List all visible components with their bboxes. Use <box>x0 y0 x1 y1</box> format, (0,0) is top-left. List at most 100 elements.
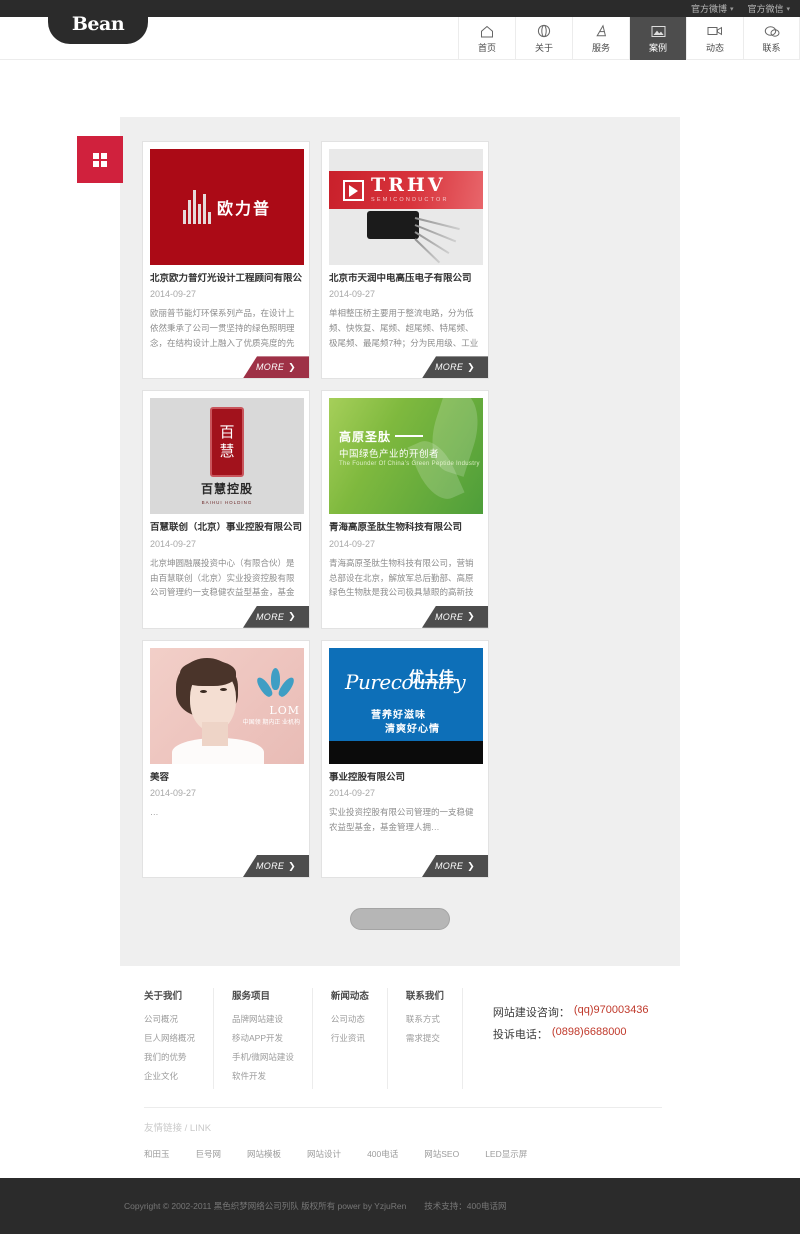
case-date: 2014-09-27 <box>329 538 376 549</box>
case-date: 2014-09-27 <box>150 538 197 549</box>
grid-icon <box>93 152 107 167</box>
site-logo[interactable]: Bean <box>48 0 148 44</box>
case-card[interactable]: 百 慧 百慧控股 BAIHUI HOLDING 百慧联创（北京）事业控股有限公司… <box>142 390 310 629</box>
case-title: 青海高原圣肽生物科技有限公司 <box>329 522 463 534</box>
friendly-link[interactable]: 网站模板 <box>247 1148 281 1160</box>
case-card[interactable]: 高原圣肽 中国绿色产业的开创者 The Founder Of China’s G… <box>321 390 489 629</box>
case-thumbnail: Purecountry 优土佳 营养好滋味 清爽好心情 <box>329 647 483 764</box>
case-more-label: MORE <box>434 611 464 622</box>
nav-item-services[interactable]: 服务 <box>572 17 629 60</box>
friendly-link[interactable]: LED显示屏 <box>485 1148 527 1160</box>
beauty-portrait-art: LOM 中国领 期内正 业机构 <box>150 647 304 764</box>
tech-support-text: 技术支持：400电话网 <box>424 1201 507 1212</box>
portrait-fringe <box>180 659 236 686</box>
case-more-button[interactable]: MORE ❯ <box>422 605 488 628</box>
load-more-bar[interactable] <box>350 908 450 931</box>
case-title: 美容 <box>150 771 170 783</box>
footer-link[interactable]: 公司概况 <box>144 1013 195 1025</box>
lotus-icon <box>254 666 298 700</box>
copyright-text: Copyright © 2002-2011 黑色织梦网络公司列队 版权所有 po… <box>124 1201 407 1212</box>
nav-item-news[interactable]: 动态 <box>686 17 743 60</box>
oulipu-brand-cn: 欧力普 <box>216 199 271 218</box>
baihui-seal-top: 百 <box>219 423 235 442</box>
purecountry-footer-band <box>329 740 483 764</box>
friendly-link[interactable]: 网站SEO <box>424 1148 459 1160</box>
footer-link[interactable]: 手机/微网站建设 <box>232 1051 294 1063</box>
footer-contact-block: 网站建设咨询： (qq)970003436 投诉电话： (0898)668800… <box>463 988 649 1089</box>
nav-item-contact[interactable]: 联系 <box>743 17 800 60</box>
topbar-item-wechat[interactable]: 官方微信 ▾ <box>747 2 790 15</box>
chevron-right-icon: ❯ <box>288 860 297 871</box>
case-date: 2014-09-27 <box>329 289 376 300</box>
footer-link[interactable]: 联系方式 <box>406 1013 444 1025</box>
footer-column-title: 关于我们 <box>144 991 183 1003</box>
case-description: 实业投资控股有限公司管理的一支稳健农益型基金，基金管理人拥… <box>329 807 474 832</box>
case-description: 青海高原圣肽生物科技有限公司，营销总部设在北京，解放军总后勤部、高原绿色生物肽是… <box>329 557 474 598</box>
chevron-right-icon: ❯ <box>467 860 476 871</box>
chevron-right-icon: ❯ <box>288 611 297 622</box>
case-more-button[interactable]: MORE ❯ <box>422 855 488 878</box>
lom-brand: LOM <box>269 703 300 717</box>
case-date: 2014-09-27 <box>150 289 197 300</box>
footer-link[interactable]: 巨人网络概况 <box>144 1032 195 1044</box>
page-body: 欧力普 北京欧力普灯光设计工程顾问有限公司 2014-09-27 欧丽普节能灯环… <box>0 60 800 1234</box>
case-card[interactable]: LOM 中国领 期内正 业机构 美容 2014-09-27 … MORE ❯ <box>142 639 310 879</box>
footer-contact-qq: 网站建设咨询： (qq)970003436 <box>493 1004 649 1020</box>
site-logo-text: Bean <box>71 13 125 35</box>
image-icon <box>651 24 666 39</box>
case-thumbnail: TRHV SEMICONDUCTOR <box>329 149 483 265</box>
footer-link[interactable]: 公司动态 <box>331 1013 369 1025</box>
trhv-play-mark-icon <box>343 179 364 201</box>
purecountry-slogan-1: 营养好滋味 <box>371 709 426 721</box>
case-title: 北京市天润中电高压电子有限公司 <box>329 273 472 284</box>
nav-item-cases[interactable]: 案例 <box>629 17 686 60</box>
footer-link[interactable]: 移动APP开发 <box>232 1032 294 1044</box>
case-more-button[interactable]: MORE ❯ <box>243 356 309 379</box>
case-card[interactable]: 欧力普 北京欧力普灯光设计工程顾问有限公司 2014-09-27 欧丽普节能灯环… <box>142 141 310 380</box>
green-subtitle: 中国绿色产业的开创者 <box>339 449 440 461</box>
footer-contact-qq-value: (qq)970003436 <box>573 1004 649 1017</box>
green-title: 高原圣肽 <box>339 430 392 445</box>
chat-icon <box>764 24 780 39</box>
case-more-button[interactable]: MORE ❯ <box>243 605 309 628</box>
friendly-link[interactable]: 和田玉 <box>144 1148 170 1160</box>
friendly-link[interactable]: 巨号网 <box>196 1148 222 1160</box>
friendly-links-title: 友情链接 / LINK <box>144 1120 656 1134</box>
lom-subtitle: 中国领 期内正 业机构 <box>242 719 300 726</box>
section-badge <box>77 136 123 183</box>
green-subtitle-en: The Founder Of China’s Green Peptide Ind… <box>339 461 480 468</box>
case-date: 2014-09-27 <box>150 788 197 799</box>
footer-contact-qq-label: 网站建设咨询： <box>492 1007 570 1020</box>
footer-link[interactable]: 品牌网站建设 <box>232 1013 294 1025</box>
footer-link[interactable]: 需求提交 <box>406 1032 444 1044</box>
case-more-button[interactable]: MORE ❯ <box>243 855 309 878</box>
chevron-right-icon: ❯ <box>467 361 476 372</box>
case-title: 北京欧力普灯光设计工程顾问有限公司 <box>150 273 302 284</box>
case-more-button[interactable]: MORE ❯ <box>422 356 488 379</box>
baihui-brand-cn: 百慧控股 <box>200 482 253 497</box>
topbar-weibo-label: 官方微博 <box>690 4 727 14</box>
nav-label-news: 动态 <box>705 42 724 53</box>
footer-link[interactable]: 软件开发 <box>232 1070 294 1082</box>
oulipu-logo-art: 欧力普 <box>150 149 304 265</box>
section-banner <box>0 60 800 183</box>
nav-item-home[interactable]: 首页 <box>458 17 515 60</box>
portrait-eye <box>220 687 227 691</box>
pen-icon <box>594 24 608 39</box>
friendly-links-title-en: / LINK <box>184 1123 212 1135</box>
case-card[interactable]: Purecountry 优土佳 营养好滋味 清爽好心情 事业控股有限公司 201… <box>321 639 489 879</box>
divider-dash <box>395 435 423 438</box>
topbar-item-weibo[interactable]: 官方微博 ▾ <box>691 2 734 15</box>
friendly-link[interactable]: 400电话 <box>367 1148 398 1160</box>
case-title: 事业控股有限公司 <box>329 771 406 783</box>
case-card[interactable]: TRHV SEMICONDUCTOR 北京市天润中电高压电子有限公司 2014-… <box>321 141 489 380</box>
nav-item-about[interactable]: 关于 <box>515 17 572 60</box>
footer-link[interactable]: 我们的优势 <box>144 1051 195 1063</box>
footer-link[interactable]: 行业资讯 <box>331 1032 369 1044</box>
friendly-link[interactable]: 网站设计 <box>307 1148 341 1160</box>
cases-grid: 欧力普 北京欧力普灯光设计工程顾问有限公司 2014-09-27 欧丽普节能灯环… <box>132 129 668 879</box>
footer-link[interactable]: 企业文化 <box>144 1070 195 1082</box>
purecountry-slogan-2: 清爽好心情 <box>385 723 440 735</box>
purecountry-logo-art: Purecountry 优土佳 营养好滋味 清爽好心情 <box>329 647 483 764</box>
case-description: 北京坤圆融展投资中心（有限合伙）是由百慧联创（北京）实业投资控股有限公司管理约一… <box>150 557 295 598</box>
